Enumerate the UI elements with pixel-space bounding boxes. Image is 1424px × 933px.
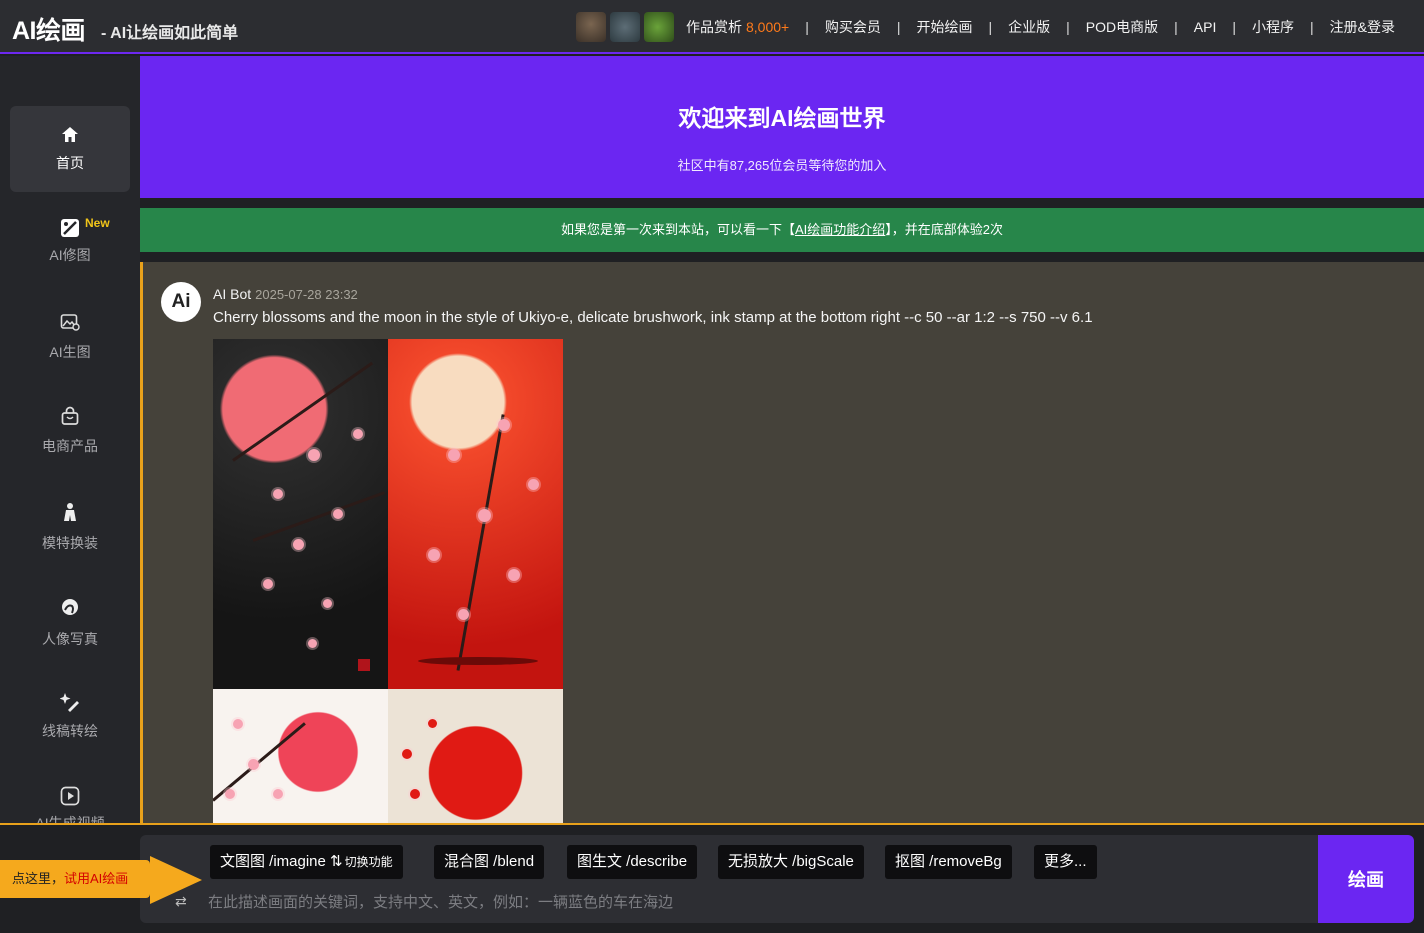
showcase-thumbnail[interactable]	[576, 12, 606, 42]
sidebar-item-ai-video[interactable]: AI生成视频	[10, 776, 130, 823]
member-count: 社区中有87,265位会员等待您的加入	[677, 158, 887, 173]
nav-separator: |	[988, 19, 993, 35]
nav-buy-membership[interactable]: 购买会员	[825, 17, 881, 37]
sidebar-item-label: 首页	[56, 155, 84, 171]
sidebar-item-ecommerce[interactable]: 电商产品	[10, 396, 130, 482]
removebg-command-button[interactable]: 抠图 /removeBg	[885, 845, 1012, 879]
nav-enterprise[interactable]: 企业版	[1008, 17, 1050, 37]
nav-separator: |	[1232, 19, 1236, 35]
showcase-thumbnails	[576, 12, 674, 42]
nav-separator: |	[1066, 19, 1070, 35]
photo-edit-icon	[61, 219, 79, 237]
blend-command-button[interactable]: 混合图 /blend	[434, 845, 545, 879]
message-prompt: Cherry blossoms and the moon in the styl…	[213, 309, 1093, 326]
new-badge: New	[85, 216, 110, 230]
sparkle-edit-icon	[60, 693, 79, 712]
generated-image[interactable]	[388, 339, 563, 689]
message-author: AI Bot	[213, 286, 252, 302]
more-commands-button[interactable]: 更多...	[1034, 845, 1097, 879]
sidebar-item-portrait[interactable]: 人像写真	[10, 588, 130, 674]
portrait-icon	[62, 599, 78, 615]
prompt-composer: 文图图 /imagine ⇅ 切换功能 混合图 /blend 图生文 /descr…	[140, 835, 1318, 923]
generated-image[interactable]	[388, 689, 563, 823]
shopping-bag-icon	[61, 406, 79, 425]
sidebar-item-label: 模特换装	[42, 535, 98, 551]
nav-separator: |	[805, 19, 809, 35]
nav-separator: |	[1309, 19, 1314, 35]
logo[interactable]: AI绘画	[12, 11, 86, 47]
gallery-count: 8,000+	[746, 19, 790, 35]
avatar: Ai	[161, 282, 201, 322]
sidebar-item-label: AI生成视频	[35, 815, 105, 823]
sidebar-item-label: 人像写真	[42, 631, 98, 647]
nav-separator: |	[1174, 19, 1178, 35]
sidebar-item-lineart[interactable]: 线稿转绘	[10, 682, 130, 768]
feature-intro-link[interactable]: AI绘画功能介绍	[795, 222, 885, 237]
sidebar-item-label: AI生图	[49, 344, 91, 360]
nav-separator: |	[896, 19, 901, 35]
tagline: - AI让绘画如此简单	[101, 25, 239, 42]
prompt-input[interactable]	[208, 887, 1308, 917]
model-icon	[64, 503, 76, 521]
chat-feed[interactable]: Ai AI Bot 2025-07-28 23:32 Cherry blossom…	[140, 262, 1424, 823]
bigscale-command-button[interactable]: 无损放大 /bigScale	[718, 845, 864, 879]
sidebar-item-ai-retouch[interactable]: New AI修图	[10, 206, 130, 292]
sidebar-item-ai-image[interactable]: AI生图	[10, 302, 130, 388]
sidebar-item-model-outfit[interactable]: 模特换装	[10, 492, 130, 578]
intro-notice: 如果您是第一次来到本站，可以看一下【AI绘画功能介绍】，并在底部体验2次	[140, 208, 1424, 252]
message-header: AI Bot 2025-07-28 23:32	[213, 286, 358, 302]
switch-function-label[interactable]: 切换功能	[345, 855, 393, 869]
sidebar-item-label: AI修图	[49, 247, 91, 263]
switch-icon: ⇅	[330, 853, 343, 870]
tip-arrow	[150, 856, 202, 904]
describe-command-button[interactable]: 图生文 /describe	[567, 845, 698, 879]
welcome-banner: 欢迎来到AI绘画世界 社区中有87,265位会员等待您的加入	[140, 56, 1424, 198]
message-time: 2025-07-28 23:32	[255, 287, 358, 302]
draw-button[interactable]: 绘画	[1318, 835, 1414, 923]
home-icon	[62, 127, 78, 142]
sidebar-item-label: 线稿转绘	[42, 723, 98, 739]
video-play-icon	[60, 786, 80, 806]
page-title: 欢迎来到AI绘画世界	[678, 105, 886, 131]
image-generate-icon	[60, 314, 80, 331]
generated-image[interactable]	[213, 689, 388, 823]
nav-mini-program[interactable]: 小程序	[1252, 17, 1294, 37]
generated-image-grid[interactable]	[213, 339, 563, 823]
sidebar-item-label: 电商产品	[42, 438, 98, 454]
try-ai-tip[interactable]: 点这里，试用AI绘画	[0, 860, 150, 898]
nav-gallery[interactable]: 作品赏析 8,000+	[686, 17, 789, 37]
top-nav: 作品赏析 8,000+ | 购买会员 | 开始绘画 | 企业版 | POD电商版 …	[686, 17, 1395, 37]
nav-pod-ecommerce[interactable]: POD电商版	[1086, 17, 1158, 37]
imagine-command-button[interactable]: 文图图 /imagine ⇅ 切换功能	[210, 845, 403, 879]
sidebar-item-home[interactable]: 首页	[10, 106, 130, 192]
showcase-thumbnail[interactable]	[610, 12, 640, 42]
generated-image[interactable]	[213, 339, 388, 689]
top-bar: AI绘画 - AI让绘画如此简单 作品赏析 8,000+ | 购买会员 | 开始绘…	[0, 0, 1424, 54]
sidebar: 首页 New AI修图 AI生图 电商产品 模特换装 人像写真 线稿转绘 AI生…	[0, 56, 140, 823]
showcase-thumbnail[interactable]	[644, 12, 674, 42]
nav-register-login[interactable]: 注册&登录	[1330, 17, 1395, 37]
nav-start-drawing[interactable]: 开始绘画	[917, 17, 973, 37]
nav-api[interactable]: API	[1194, 19, 1217, 35]
